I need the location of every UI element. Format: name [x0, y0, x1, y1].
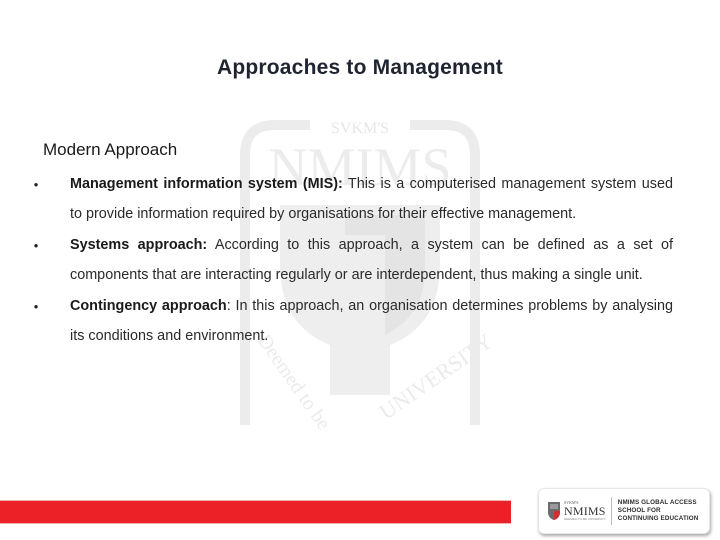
bullet-list: • Management information system (MIS): T… — [30, 170, 673, 353]
watermark-svkm: SVKM'S — [331, 120, 389, 137]
bullet-icon: • — [33, 177, 39, 192]
logo-subtext: DEEMED-TO-BE UNIVERSITY — [564, 517, 606, 521]
nmims-global-access-logo: SVKM'S NMIMS DEEMED-TO-BE UNIVERSITY NMI… — [538, 488, 710, 534]
bullet-item-contingency: • Contingency approach: In this approach… — [30, 292, 673, 351]
bullet-icon: • — [33, 299, 39, 314]
bullet-icon: • — [33, 238, 39, 253]
footer-red-bar — [0, 500, 511, 524]
section-heading: Modern Approach — [43, 140, 178, 159]
logo-text-line: SCHOOL FOR — [617, 507, 661, 514]
logo-text-line: NMIMS GLOBAL ACCESS — [617, 499, 697, 506]
bullet-term: Management information system (MIS): — [70, 176, 343, 192]
logo-text-line: CONTINUING EDUCATION — [617, 515, 699, 522]
logo-wordmark: NMIMS — [564, 504, 606, 518]
nmims-shield-icon — [548, 502, 560, 520]
bullet-item-systems: • Systems approach: According to this ap… — [30, 231, 673, 290]
bullet-term: Systems approach: — [70, 237, 208, 253]
bullet-term: Contingency approach — [70, 298, 227, 314]
bullet-item-mis: • Management information system (MIS): T… — [30, 170, 673, 229]
logo-divider — [610, 497, 612, 525]
slide-title: Approaches to Management — [216, 56, 503, 79]
logo-wordmark-group: SVKM'S NMIMS DEEMED-TO-BE UNIVERSITY — [564, 501, 606, 522]
logo-text-block: NMIMS GLOBAL ACCESS SCHOOL FOR CONTINUIN… — [618, 499, 699, 523]
